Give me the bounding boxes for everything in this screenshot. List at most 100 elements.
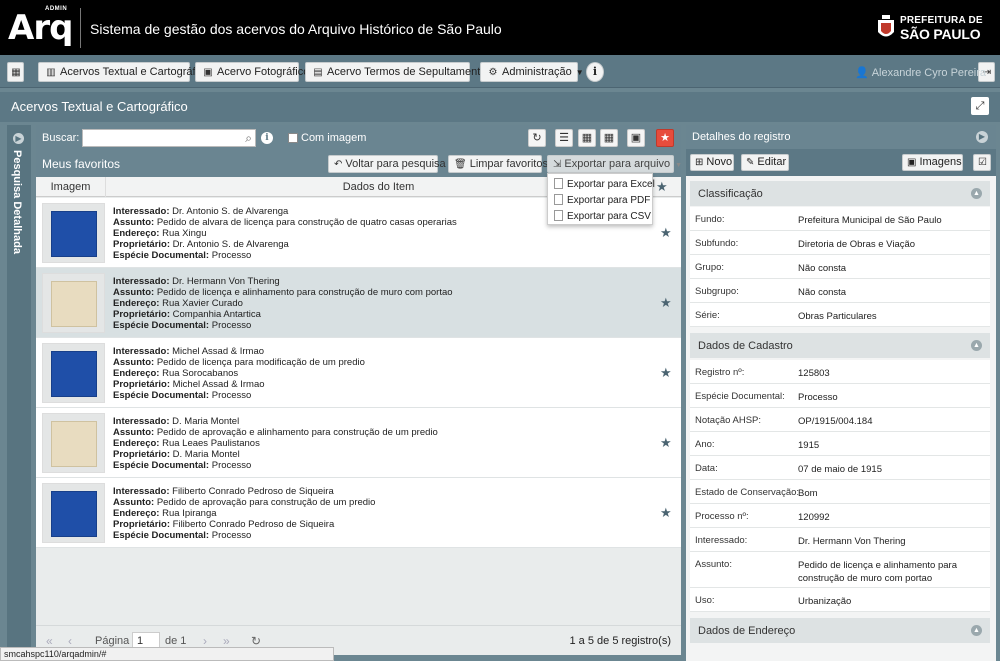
- document-thumbnail[interactable]: [51, 491, 97, 537]
- info-button[interactable]: i: [586, 62, 604, 82]
- home-button[interactable]: ▦: [7, 62, 24, 82]
- expand-button[interactable]: ⤢: [971, 97, 989, 115]
- large-grid-view-button[interactable]: ▦: [600, 129, 618, 147]
- refresh-button[interactable]: ↻: [528, 129, 546, 147]
- especie-line: Espécie Documental: Processo: [113, 460, 252, 471]
- last-page-icon[interactable]: »: [223, 634, 230, 648]
- chevron-up-icon[interactable]: ▲: [971, 340, 982, 351]
- images-button[interactable]: ▣ Imagens: [902, 154, 963, 171]
- edit-icon: ✎: [746, 157, 755, 168]
- table-row[interactable]: Interessado: Dr. Hermann Von Thering Assu…: [36, 268, 681, 338]
- chevron-up-icon[interactable]: ▲: [971, 188, 982, 199]
- export-csv-item[interactable]: Exportar para CSV: [554, 210, 651, 222]
- grid-view-button[interactable]: ▦: [578, 129, 596, 147]
- favorite-star-icon[interactable]: ★: [660, 225, 672, 241]
- export-excel-item[interactable]: Exportar para Excel: [554, 178, 655, 190]
- detail-field: Espécie Documental: Processo: [690, 384, 990, 408]
- image-icon: ▣: [630, 132, 642, 144]
- thumbnail-frame[interactable]: [42, 203, 105, 263]
- section-endereco[interactable]: Dados de Endereço ▲: [690, 618, 990, 643]
- trash-icon: 🗑: [454, 159, 467, 170]
- arq-logo[interactable]: ADMIN Arq: [8, 6, 73, 50]
- nav-fotografico[interactable]: ▣ Acervo Fotográfico: [195, 62, 309, 82]
- thumbnail-frame[interactable]: [42, 483, 105, 543]
- favorite-star-icon[interactable]: ★: [660, 435, 672, 451]
- assunto-line: Assunto: Pedido de aprovação para constr…: [113, 497, 376, 508]
- city-seal-icon: [878, 15, 894, 37]
- detail-field: Estado de Conservação: Bom: [690, 480, 990, 504]
- field-value: Urbanização: [798, 596, 852, 607]
- detail-field: Série: Obras Particulares: [690, 303, 990, 327]
- thumbnail-frame[interactable]: [42, 413, 105, 473]
- columns-icon: ▥: [46, 67, 56, 78]
- search-label: Buscar:: [42, 132, 80, 144]
- checklist-button[interactable]: ☑: [973, 154, 991, 171]
- refresh-icon[interactable]: ↻: [251, 634, 261, 648]
- user-name[interactable]: 👤 Alexandre Cyro Pereira: [855, 66, 986, 79]
- chevron-right-icon[interactable]: ▶: [13, 133, 24, 144]
- field-value: Não consta: [798, 287, 847, 298]
- advanced-search-panel[interactable]: ▶ Pesquisa Detalhada: [7, 125, 31, 655]
- document-thumbnail[interactable]: [51, 421, 97, 467]
- image-view-button[interactable]: ▣: [627, 129, 645, 147]
- nav-label: Acervo Termos de Sepultamento: [327, 66, 487, 78]
- export-pdf-item[interactable]: Exportar para PDF: [554, 194, 650, 206]
- clear-favorites-button[interactable]: 🗑 Limpar favoritos: [448, 155, 548, 173]
- favorite-star-icon[interactable]: ★: [660, 505, 672, 521]
- field-label: Espécie Documental:: [695, 391, 785, 402]
- main-nav: ▦ ▥ Acervos Textual e Cartográfico ▣ Acerv…: [0, 55, 1000, 88]
- section-bar: Acervos Textual e Cartográfico ⤢: [0, 92, 1000, 122]
- item-details: Interessado: Filiberto Conrado Pedroso d…: [113, 486, 613, 541]
- next-page-icon[interactable]: ›: [203, 634, 207, 648]
- list-view-button[interactable]: ☰: [555, 129, 573, 147]
- details-toolbar: ⊞ Novo ✎ Editar ▣ Imagens ☑: [686, 149, 996, 176]
- back-icon: ↶: [334, 159, 343, 170]
- thumbnail-frame[interactable]: [42, 273, 105, 333]
- table-row[interactable]: Interessado: Filiberto Conrado Pedroso d…: [36, 478, 681, 548]
- thumbnail-frame[interactable]: [42, 343, 105, 403]
- field-value: 07 de maio de 1915: [798, 464, 882, 475]
- nav-administracao[interactable]: ⚙ Administração ▼: [480, 62, 584, 82]
- assunto-line: Assunto: Pedido de aprovação e alinhamen…: [113, 427, 438, 438]
- field-label: Notação AHSP:: [695, 415, 762, 426]
- page-label: Página: [95, 635, 130, 647]
- search-info-icon[interactable]: i: [261, 132, 273, 144]
- field-value: 1915: [798, 440, 820, 451]
- export-csv-label: Exportar para CSV: [567, 211, 651, 222]
- nav-textual-cartografico[interactable]: ▥ Acervos Textual e Cartográfico: [38, 62, 210, 82]
- field-label: Interessado:: [695, 535, 748, 546]
- detail-field: Subgrupo: Não consta: [690, 279, 990, 303]
- table-row[interactable]: Interessado: D. Maria Montel Assunto: Ped…: [36, 408, 681, 478]
- search-icon[interactable]: ⌕: [245, 131, 252, 146]
- new-button[interactable]: ⊞ Novo: [690, 154, 734, 171]
- document-thumbnail[interactable]: [51, 211, 97, 257]
- endereco-line: Endereço: Rua Xingu: [113, 228, 207, 239]
- chevron-right-icon[interactable]: ▶: [976, 131, 988, 143]
- edit-button[interactable]: ✎ Editar: [741, 154, 789, 171]
- back-to-search-button[interactable]: ↶ Voltar para pesquisa: [328, 155, 446, 173]
- nav-termos-sepultamento[interactable]: ▤ Acervo Termos de Sepultamento: [305, 62, 486, 82]
- first-page-icon[interactable]: «: [46, 634, 53, 648]
- proprietario-line: Proprietário: D. Maria Montel: [113, 449, 240, 460]
- export-button[interactable]: ⇲ Exportar para arquivo ▼: [547, 155, 682, 173]
- list-icon: ☰: [559, 132, 569, 144]
- favorite-star-icon[interactable]: ★: [660, 295, 672, 311]
- chevron-up-icon[interactable]: ▲: [971, 625, 982, 636]
- field-label: Subgrupo:: [695, 286, 739, 297]
- table-row[interactable]: Interessado: Michel Assad & Irmao Assunto…: [36, 338, 681, 408]
- user-icon: 👤: [855, 67, 869, 79]
- favorites-button[interactable]: ★: [656, 129, 674, 147]
- section-cadastro[interactable]: Dados de Cadastro ▲: [690, 333, 990, 358]
- field-value: Diretoria de Obras e Viação: [798, 239, 916, 250]
- search-input[interactable]: ⌕: [82, 129, 256, 147]
- section-classificacao[interactable]: Classificação ▲: [690, 181, 990, 206]
- document-thumbnail[interactable]: [51, 351, 97, 397]
- detail-field: Interessado: Dr. Hermann Von Thering: [690, 528, 990, 552]
- endereco-line: Endereço: Rua Xavier Curado: [113, 298, 243, 309]
- proprietario-line: Proprietário: Michel Assad & Irmao: [113, 379, 265, 390]
- especie-line: Espécie Documental: Processo: [113, 390, 252, 401]
- prev-page-icon[interactable]: ‹: [68, 634, 72, 648]
- document-thumbnail[interactable]: [51, 281, 97, 327]
- favorite-star-icon[interactable]: ★: [660, 365, 672, 381]
- with-image-checkbox[interactable]: [288, 133, 298, 143]
